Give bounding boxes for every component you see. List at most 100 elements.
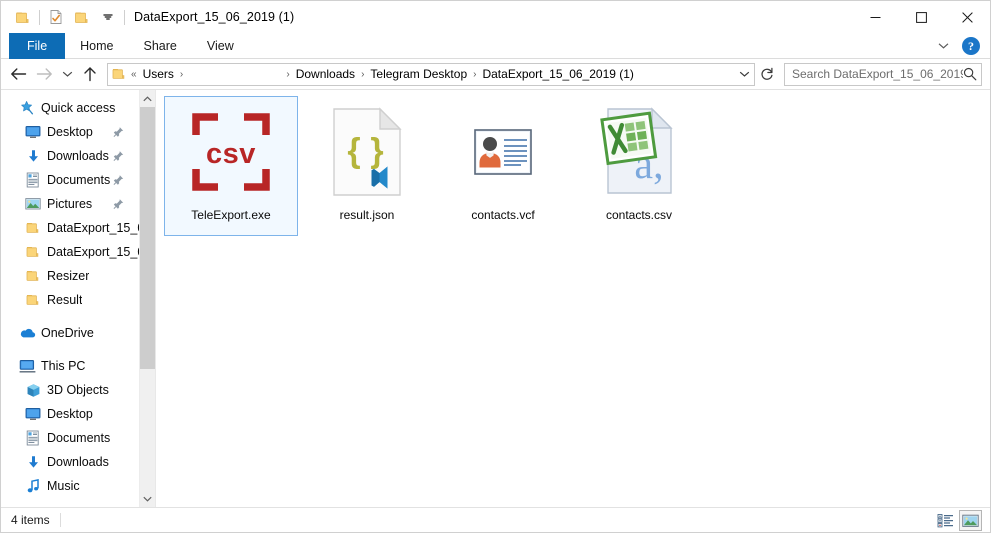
tab-home[interactable]: Home [65, 33, 128, 59]
navigation-tree: Quick access Desktop Downloads Documents… [1, 90, 139, 507]
file-item-result-json[interactable]: { } result.json [300, 96, 434, 236]
sidebar-label: This PC [41, 359, 86, 373]
breadcrumb-folder-icon [108, 67, 128, 81]
close-button[interactable] [944, 1, 990, 33]
search-placeholder: Search DataExport_15_06_2019... [792, 67, 963, 81]
file-list-view[interactable]: csv TeleExport.exe { } result.json conta… [156, 90, 990, 507]
file-name-label: result.json [339, 208, 395, 222]
tab-view[interactable]: View [192, 33, 249, 59]
item-count-label: 4 items [11, 513, 50, 527]
sidebar-item-3d-objects[interactable]: 3D Objects [1, 378, 139, 402]
breadcrumb-chevron-3[interactable]: › [358, 64, 367, 85]
folder-icon [23, 221, 43, 235]
file-explorer-window: DataExport_15_06_2019 (1) File Home Shar… [0, 0, 991, 533]
breadcrumb-chevron-1[interactable]: › [177, 64, 186, 85]
sidebar-item-result[interactable]: Result [1, 288, 139, 312]
desktop-icon [23, 407, 43, 421]
sidebar-section-onedrive[interactable]: OneDrive [1, 321, 139, 345]
file-item-teleexport-exe[interactable]: csv TeleExport.exe [164, 96, 298, 236]
pin-icon[interactable] [113, 127, 124, 138]
pin-icon[interactable] [113, 151, 124, 162]
search-icon[interactable] [963, 67, 977, 81]
sidebar-label: Resizer [47, 269, 90, 283]
scroll-up-button[interactable] [140, 90, 155, 107]
scrollbar-track[interactable] [140, 107, 155, 490]
back-arrow-icon[interactable] [5, 62, 31, 86]
music-icon [23, 478, 43, 494]
new-folder-icon[interactable] [69, 5, 95, 29]
pin-icon[interactable] [113, 175, 124, 186]
documents-icon [23, 172, 43, 188]
sidebar-label: Downloads [47, 149, 109, 163]
download-icon [23, 455, 43, 470]
breadcrumb-item-telegram-desktop[interactable]: Telegram Desktop [367, 64, 470, 85]
sidebar-item-resizer[interactable]: Resizer [1, 264, 139, 288]
sidebar-label: Quick access [41, 101, 116, 115]
qat-separator-1 [39, 9, 40, 25]
sidebar-item-downloads[interactable]: Downloads [1, 144, 139, 168]
scroll-down-button[interactable] [140, 490, 155, 507]
file-item-contacts-vcf[interactable]: contacts.vcf [436, 96, 570, 236]
breadcrumb-item-users[interactable]: Users [140, 64, 177, 85]
sidebar-label: 3D Objects [47, 383, 109, 397]
file-item-contacts-csv[interactable]: a, contacts.csv [572, 96, 706, 236]
sidebar-section-quick-access[interactable]: Quick access [1, 96, 139, 120]
sidebar-item-pc-documents[interactable]: Documents [1, 426, 139, 450]
details-view-button[interactable] [934, 510, 957, 531]
sidebar-label: Result [47, 293, 83, 307]
sidebar-item-desktop[interactable]: Desktop [1, 120, 139, 144]
sidebar-label: Desktop [47, 125, 93, 139]
sidebar-item-pictures[interactable]: Pictures [1, 192, 139, 216]
chevron-down-icon[interactable] [734, 64, 754, 85]
chevron-down-icon[interactable] [932, 35, 954, 57]
sidebar-item-music[interactable]: Music [1, 474, 139, 498]
refresh-icon[interactable] [756, 63, 778, 86]
sidebar-label: DataExport_15_0 [47, 245, 139, 259]
breadcrumb-item-downloads[interactable]: Downloads [293, 64, 358, 85]
documents-icon [23, 430, 43, 446]
help-button[interactable]: ? [962, 37, 980, 55]
sidebar-item-dataexport-1[interactable]: DataExport_15_0 [1, 216, 139, 240]
folder-icon [23, 293, 43, 307]
svg-text:}: } [370, 132, 383, 170]
customize-dropdown-icon[interactable] [95, 5, 121, 29]
tab-share[interactable]: Share [129, 33, 192, 59]
tab-file[interactable]: File [9, 33, 66, 59]
ribbon-tab-bar: File Home Share View ? [1, 33, 990, 59]
sidebar-item-dataexport-2[interactable]: DataExport_15_0 [1, 240, 139, 264]
large-icons-view-button[interactable] [959, 510, 982, 531]
file-name-label: contacts.csv [605, 208, 673, 222]
download-icon [23, 149, 43, 164]
svg-text:csv: csv [206, 138, 256, 170]
sidebar-label: Documents [47, 173, 111, 187]
sidebar-section-this-pc[interactable]: This PC [1, 354, 139, 378]
status-separator [59, 513, 61, 527]
search-input[interactable]: Search DataExport_15_06_2019... [784, 62, 982, 86]
breadcrumb[interactable]: « Users › › Downloads › Telegram Desktop… [107, 62, 755, 86]
sidebar-label: OneDrive [41, 326, 94, 340]
minimize-button[interactable] [852, 1, 898, 33]
explorer-body: Quick access Desktop Downloads Documents… [1, 89, 990, 507]
recent-locations-icon[interactable] [57, 62, 77, 86]
sidebar-item-pc-desktop[interactable]: Desktop [1, 402, 139, 426]
up-arrow-icon[interactable] [77, 62, 103, 86]
breadcrumb-item-dataexport[interactable]: DataExport_15_06_2019 (1) [479, 64, 636, 85]
breadcrumb-chevron-4[interactable]: › [470, 64, 479, 85]
ribbon-right-controls: ? [932, 33, 986, 59]
file-name-label: TeleExport.exe [191, 208, 271, 222]
sidebar-item-documents[interactable]: Documents [1, 168, 139, 192]
breadcrumb-chevron-2[interactable]: › [283, 64, 292, 85]
file-name-label: contacts.vcf [471, 208, 535, 222]
maximize-button[interactable] [898, 1, 944, 33]
navigation-scrollbar[interactable] [139, 90, 155, 507]
folder-icon[interactable] [10, 5, 36, 29]
quick-access-toolbar [1, 5, 128, 29]
sidebar-item-pc-downloads[interactable]: Downloads [1, 450, 139, 474]
sidebar-label: Desktop [47, 407, 93, 421]
pin-icon[interactable] [113, 199, 124, 210]
navigation-pane: Quick access Desktop Downloads Documents… [1, 90, 156, 507]
scrollbar-thumb[interactable] [140, 107, 155, 369]
breadcrumb-overflow[interactable]: « [128, 64, 140, 85]
properties-icon[interactable] [43, 5, 69, 29]
